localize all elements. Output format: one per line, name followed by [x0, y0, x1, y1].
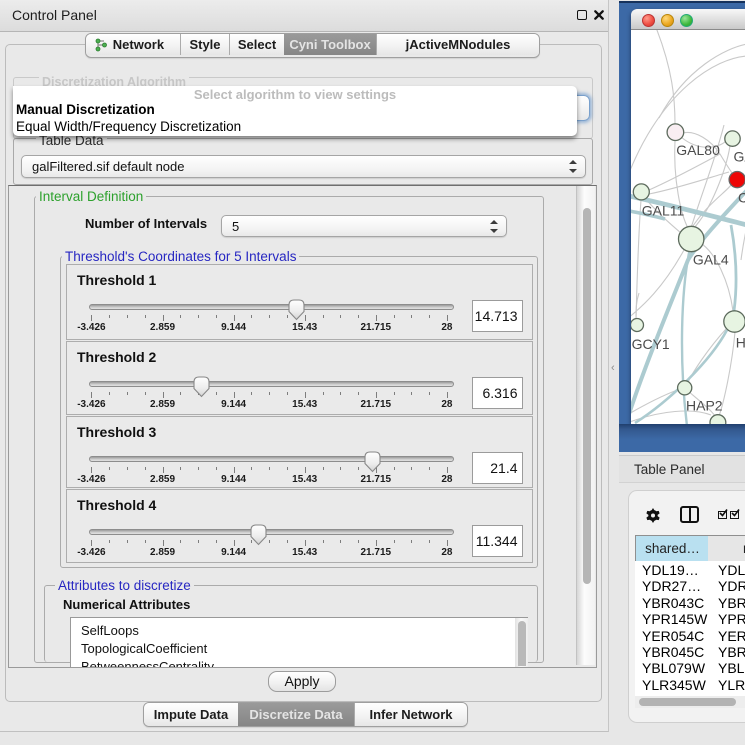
- svg-text:GAL: GAL: [734, 149, 745, 165]
- svg-text:GCY1: GCY1: [632, 336, 670, 352]
- svg-text:GAL4: GAL4: [693, 252, 729, 268]
- svg-text:GAL80: GAL80: [676, 142, 720, 158]
- svg-text:HAP2: HAP2: [686, 397, 723, 413]
- svg-text:HA: HA: [736, 335, 745, 351]
- svg-text:C: C: [738, 190, 745, 206]
- svg-text:GAL11: GAL11: [642, 202, 685, 218]
